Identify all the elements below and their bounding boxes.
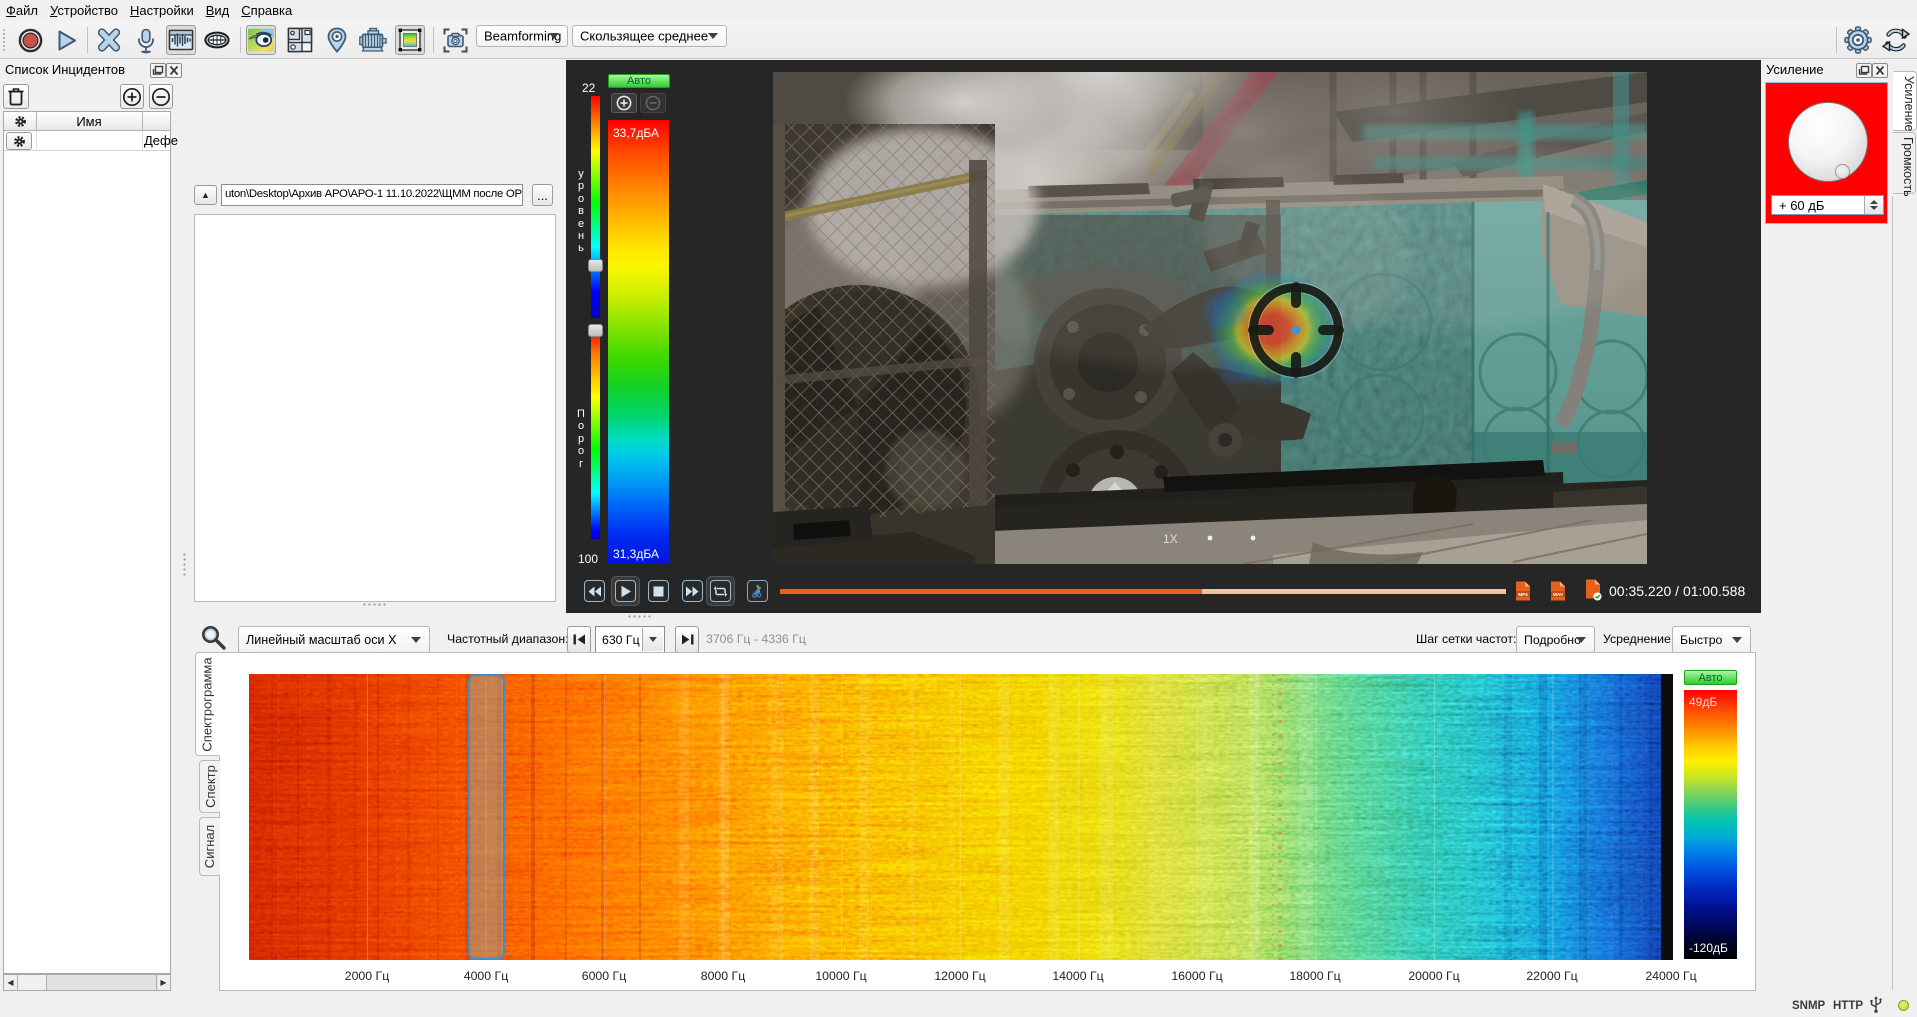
svg-text:WAV: WAV	[1553, 592, 1564, 597]
svg-text:1X: 1X	[1163, 532, 1178, 546]
svg-text:MP4: MP4	[1518, 592, 1528, 597]
